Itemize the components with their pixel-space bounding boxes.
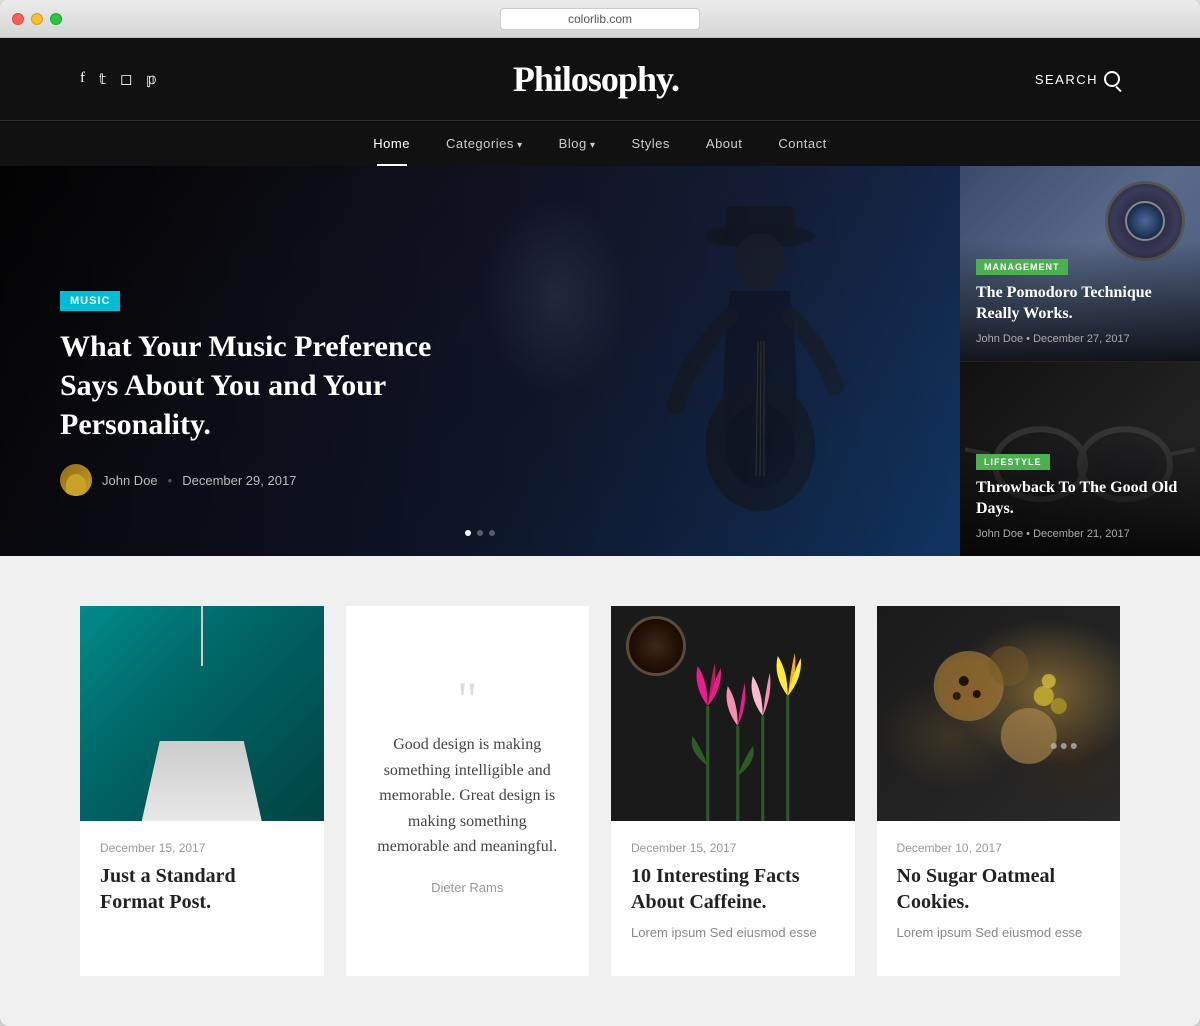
browser-dots	[12, 13, 62, 25]
card-1-meta: John Doe • December 27, 2017	[976, 333, 1184, 345]
hero-meta: John Doe • December 29, 2017	[60, 464, 490, 496]
search-button[interactable]: SEARCH	[1035, 71, 1120, 87]
card-1-date: December 27, 2017	[1033, 333, 1130, 345]
post-3-excerpt: Lorem ipsum Sed eiusmod esse	[631, 923, 835, 943]
post-card-1-image	[80, 606, 324, 821]
browser-window: colorlib.com f 𝕥 ◻ 𝕡 Philosophy. SEARCH …	[0, 0, 1200, 1026]
post-card-3-image	[611, 606, 855, 821]
slider-dot-2[interactable]	[477, 530, 483, 536]
twitter-icon[interactable]: 𝕥	[99, 70, 106, 89]
hero-avatar	[60, 464, 92, 496]
site-header: f 𝕥 ◻ 𝕡 Philosophy. SEARCH	[0, 38, 1200, 120]
food-illustration	[877, 606, 1121, 821]
search-label: SEARCH	[1035, 72, 1098, 87]
pinterest-icon[interactable]: 𝕡	[146, 70, 157, 89]
hero-content: MUSIC What Your Music Preference Says Ab…	[60, 291, 490, 496]
slider-dot-3[interactable]	[489, 530, 495, 536]
hero-card-2[interactable]: LIFESTYLE Throwback To The Good Old Days…	[960, 362, 1200, 557]
quote-mark: "	[457, 687, 477, 712]
maximize-button[interactable]	[50, 13, 62, 25]
post-card-4[interactable]: December 10, 2017 No Sugar Oatmeal Cooki…	[877, 606, 1121, 976]
main-nav: Home Categories Blog Styles About Contac…	[0, 120, 1200, 166]
card-2-author: John Doe	[976, 528, 1023, 540]
card-2-tag: LIFESTYLE	[976, 454, 1050, 470]
post-3-date: December 15, 2017	[631, 841, 835, 855]
site-content: f 𝕥 ◻ 𝕡 Philosophy. SEARCH Home Categori…	[0, 38, 1200, 1026]
post-1-title: Just a Standard Format Post.	[100, 863, 304, 915]
post-card-4-body: December 10, 2017 No Sugar Oatmeal Cooki…	[877, 821, 1121, 963]
nav-item-styles[interactable]: Styles	[614, 121, 688, 166]
post-card-4-image	[877, 606, 1121, 821]
lamp-illustration	[80, 606, 324, 821]
slider-dot-1[interactable]	[465, 530, 471, 536]
avatar-face	[66, 474, 86, 496]
post-card-3[interactable]: December 15, 2017 10 Interesting Facts A…	[611, 606, 855, 976]
card-2-title: Throwback To The Good Old Days.	[976, 478, 1184, 520]
hero-card-2-content: LIFESTYLE Throwback To The Good Old Days…	[960, 436, 1200, 556]
nav-item-categories[interactable]: Categories	[428, 121, 541, 166]
minimize-button[interactable]	[31, 13, 43, 25]
post-card-1[interactable]: December 15, 2017 Just a Standard Format…	[80, 606, 324, 976]
hero-separator: •	[168, 473, 173, 488]
site-logo[interactable]: Philosophy.	[513, 58, 679, 100]
lamp-shade	[142, 741, 262, 821]
hero-sidebar: MANAGEMENT The Pomodoro Technique Really…	[960, 166, 1200, 556]
quote-text: Good design is making something intellig…	[371, 732, 565, 860]
hero-date: December 29, 2017	[182, 473, 296, 488]
nav-item-contact[interactable]: Contact	[760, 121, 844, 166]
url-bar[interactable]: colorlib.com	[500, 8, 700, 30]
lamp-cord	[201, 606, 203, 666]
card-2-date: December 21, 2017	[1033, 528, 1130, 540]
nav-item-blog[interactable]: Blog	[541, 121, 614, 166]
hero-section: MUSIC What Your Music Preference Says Ab…	[0, 166, 1200, 556]
nav-item-about[interactable]: About	[688, 121, 760, 166]
close-button[interactable]	[12, 13, 24, 25]
card-1-tag: MANAGEMENT	[976, 259, 1068, 275]
hero-card-1[interactable]: MANAGEMENT The Pomodoro Technique Really…	[960, 166, 1200, 362]
post-4-title: No Sugar Oatmeal Cookies.	[897, 863, 1101, 915]
flowers-illustration	[611, 606, 855, 821]
social-icons: f 𝕥 ◻ 𝕡	[80, 70, 157, 89]
post-card-1-body: December 15, 2017 Just a Standard Format…	[80, 821, 324, 935]
food-items	[877, 606, 1121, 821]
quote-author: Dieter Rams	[431, 880, 503, 895]
card-2-meta: John Doe • December 21, 2017	[976, 528, 1184, 540]
post-1-date: December 15, 2017	[100, 841, 304, 855]
post-4-excerpt: Lorem ipsum Sed eiusmod esse	[897, 923, 1101, 943]
camera-lens	[1125, 201, 1165, 241]
card-1-title: The Pomodoro Technique Really Works.	[976, 283, 1184, 325]
post-3-title: 10 Interesting Facts About Caffeine.	[631, 863, 835, 915]
browser-titlebar: colorlib.com	[0, 0, 1200, 38]
post-card-3-body: December 15, 2017 10 Interesting Facts A…	[611, 821, 855, 963]
hero-card-1-content: MANAGEMENT The Pomodoro Technique Really…	[960, 241, 1200, 361]
hero-category-tag: MUSIC	[60, 291, 120, 311]
search-icon	[1104, 71, 1120, 87]
facebook-icon[interactable]: f	[80, 70, 85, 89]
card-1-author: John Doe	[976, 333, 1023, 345]
coffee-illustration	[611, 606, 855, 821]
hero-title: What Your Music Preference Says About Yo…	[60, 327, 490, 444]
hero-main[interactable]: MUSIC What Your Music Preference Says Ab…	[0, 166, 960, 556]
slider-dots	[465, 530, 495, 536]
posts-section: December 15, 2017 Just a Standard Format…	[0, 556, 1200, 1026]
post-card-2[interactable]: " Good design is making something intell…	[346, 606, 590, 976]
posts-grid: December 15, 2017 Just a Standard Format…	[80, 606, 1120, 976]
instagram-icon[interactable]: ◻	[120, 70, 132, 89]
post-4-date: December 10, 2017	[897, 841, 1101, 855]
nav-item-home[interactable]: Home	[355, 121, 428, 166]
hero-author: John Doe	[102, 473, 158, 488]
